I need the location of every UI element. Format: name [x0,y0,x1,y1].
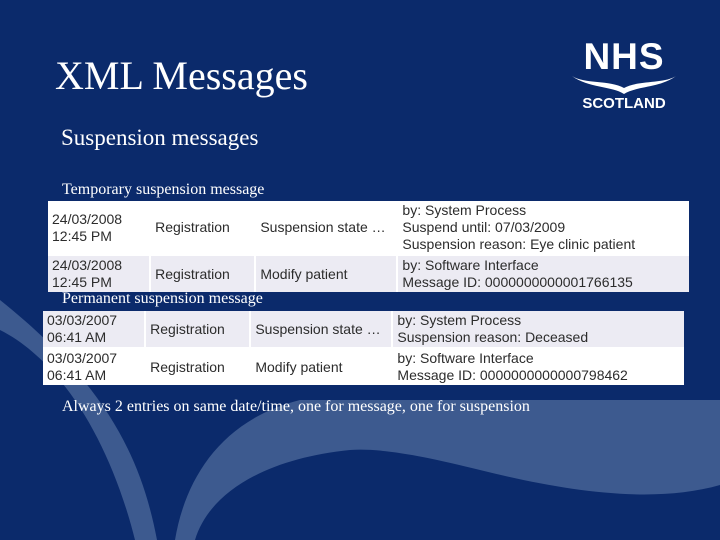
time: 12:45 PM [52,274,112,290]
details-cell: by: System Process Suspend until: 07/03/… [397,201,689,256]
table-row[interactable]: 03/03/2007 06:41 AM Registration Suspens… [43,311,684,349]
slide-title: XML Messages [55,53,308,98]
temporary-suspension-label: Temporary suspension message [62,181,265,198]
logo-scotland-text: SCOTLAND [582,95,666,112]
date: 24/03/2008 [52,257,123,273]
type-cell: Registration [145,311,252,349]
event-cell: Modify patient [255,255,399,292]
details-cell: by: Software Interface Message ID: 00000… [397,255,689,292]
detail-line: Message ID: 0000000000001766135 [402,274,633,290]
detail-line: by: Software Interface [402,257,539,273]
detail-line: Suspend until: 07/03/2009 [402,219,566,235]
date-cell: 24/03/2008 12:45 PM [48,255,152,292]
date-cell: 03/03/2007 06:41 AM [43,348,147,385]
event-cell: Suspension state … [255,201,399,256]
detail-line: by: System Process [397,312,522,328]
date: 24/03/2008 [52,210,123,227]
logo-nhs-text: NHS [583,36,665,77]
date: 03/03/2007 [47,312,118,328]
detail-line: by: System Process [402,202,527,218]
details-cell: by: System Process Suspension reason: De… [392,311,684,349]
event-cell: Modify patient [250,348,394,385]
table-row[interactable]: 03/03/2007 06:41 AM Registration Modify … [43,348,684,385]
permanent-suspension-table: 03/03/2007 06:41 AM Registration Suspens… [43,311,684,385]
slide: XML Messages Suspension messages NHS SCO… [0,0,720,540]
type-cell: Registration [150,201,257,256]
permanent-suspension-label: Permanent suspension message [62,290,263,307]
time: 06:41 AM [47,367,107,383]
details-cell: by: Software Interface Message ID: 00000… [392,348,684,385]
table-row[interactable]: 24/03/2008 12:45 PM Registration Modify … [48,255,689,292]
date-cell: 24/03/2008 12:45 PM [48,201,152,256]
detail-line: Message ID: 0000000000000798462 [397,367,628,383]
table-row[interactable]: 24/03/2008 12:45 PM Registration Suspens… [48,201,689,256]
type-cell: Registration [150,255,257,292]
footnote: Always 2 entries on same date/time, one … [62,398,530,415]
detail-line: Suspension reason: Eye clinic patient [402,236,636,252]
type-cell: Registration [145,348,252,385]
temporary-suspension-table: 24/03/2008 12:45 PM Registration Suspens… [48,201,689,292]
detail-line: by: Software Interface [397,350,534,366]
event-cell: Suspension state … [250,311,394,349]
date: 03/03/2007 [47,350,118,366]
nhs-scotland-logo: NHS SCOTLAND [568,38,680,118]
swoosh-right [175,400,720,540]
date-cell: 03/03/2007 06:41 AM [43,311,147,349]
time: 12:45 PM [52,227,112,244]
logo-swoosh-icon [572,76,676,94]
slide-subtitle: Suspension messages [61,125,259,150]
detail-line: Suspension reason: Deceased [397,329,589,345]
time: 06:41 AM [47,329,107,345]
